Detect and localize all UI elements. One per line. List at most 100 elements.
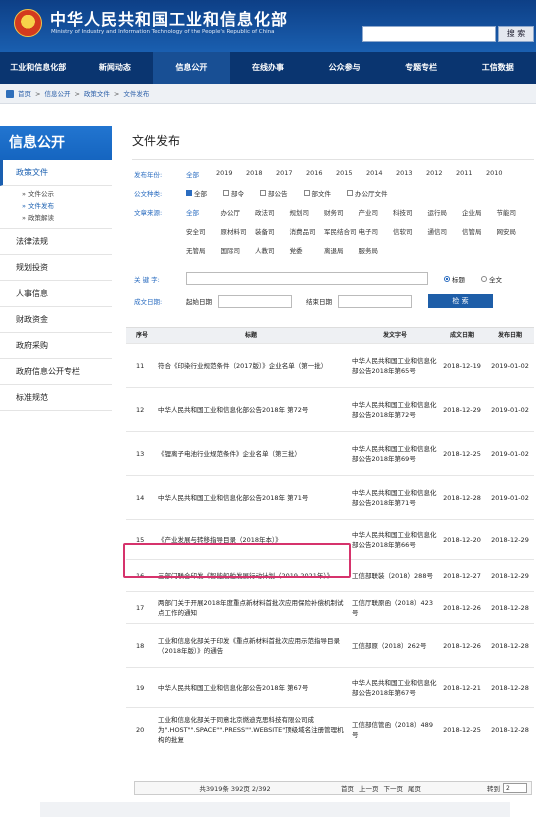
row-title-link[interactable]: 中华人民共和国工业和信息化部公告2018年 第67号 [154, 683, 352, 693]
type-checkbox-order[interactable]: 部令 [223, 188, 244, 198]
row-title-link[interactable]: 两部门关于开展2018年度重点新材料首批次应用保险补偿机制试点工作的通知 [154, 598, 352, 618]
sidebar-item-personnel[interactable]: 人事信息 [0, 281, 112, 307]
pager-last[interactable]: 尾页 [408, 783, 421, 793]
row-date: 2018-12-21 [443, 683, 481, 692]
pager-goto-select[interactable]: 2 [503, 783, 527, 793]
nav-item-topics[interactable]: 专题专栏 [383, 52, 460, 84]
source-option[interactable]: 党委 [290, 245, 325, 255]
checkbox-icon [186, 190, 192, 196]
source-option[interactable]: 离退局 [324, 245, 359, 255]
row-title-link[interactable]: 《锂离子电池行业规范条件》企业名单（第三批） [154, 449, 352, 459]
nav-item-home[interactable]: 工业和信息化部 [0, 52, 77, 84]
source-option[interactable]: 全部 [186, 207, 221, 217]
radio-title[interactable]: 标题 [444, 274, 465, 284]
type-checkbox-all[interactable]: 全部 [186, 188, 207, 198]
source-option[interactable]: 无管局 [186, 245, 221, 255]
table-row[interactable]: 11 符合《印染行业规范条件（2017版）》企业名单（第一批） 中华人民共和国工业和… [126, 343, 534, 387]
source-option[interactable]: 信软司 [393, 226, 428, 236]
sidebar-item-policy[interactable]: 政策文件 [0, 160, 112, 186]
site-header: 中华人民共和国工业和信息化部 Ministry of Industry and … [0, 0, 536, 52]
table-row[interactable]: 13 《锂离子电池行业规范条件》企业名单（第三批） 中华人民共和国工业和信息化部公告… [126, 431, 534, 475]
row-title-link[interactable]: 工业和信息化部关于同意北京燃迪克思科技有限公司成为".HOST"".SPACE"… [154, 715, 352, 745]
year-option[interactable]: 2017 [276, 169, 306, 179]
source-option[interactable]: 人教司 [255, 245, 290, 255]
nav-item-online[interactable]: 在线办事 [230, 52, 307, 84]
year-option[interactable]: 2011 [456, 169, 486, 179]
pager-next[interactable]: 下一页 [384, 783, 404, 793]
year-option[interactable]: 2018 [246, 169, 276, 179]
source-option[interactable]: 装备司 [255, 226, 290, 236]
sidebar-item-finance[interactable]: 财政资金 [0, 307, 112, 333]
year-option[interactable]: 2016 [306, 169, 336, 179]
pager-prev[interactable]: 上一页 [359, 783, 379, 793]
source-option[interactable]: 政法司 [255, 207, 290, 217]
end-date-input[interactable] [338, 294, 412, 308]
year-option[interactable]: 2015 [336, 169, 366, 179]
sidebar-item-standards[interactable]: 标准规范 [0, 385, 112, 411]
source-option[interactable]: 运行局 [428, 207, 463, 217]
nav-item-data[interactable]: 工信数据 [459, 52, 536, 84]
breadcrumb-release[interactable]: 文件发布 [123, 84, 149, 104]
source-option[interactable]: 安全司 [186, 226, 221, 236]
pager-first[interactable]: 首页 [341, 783, 354, 793]
source-option[interactable]: 企业局 [462, 207, 497, 217]
source-option[interactable]: 产业司 [359, 207, 394, 217]
sidebar-sub-interpret[interactable]: » 政策解读 [0, 212, 112, 224]
source-option[interactable]: 规划司 [290, 207, 325, 217]
nav-item-info[interactable]: 信息公开 [153, 52, 230, 84]
row-title-link[interactable]: 中华人民共和国工业和信息化部公告2018年 第72号 [154, 405, 352, 415]
type-checkbox-office[interactable]: 办公厅文件 [347, 188, 388, 198]
type-checkbox-file[interactable]: 部文件 [303, 188, 331, 198]
source-option[interactable]: 国际司 [221, 245, 256, 255]
start-date-input[interactable] [218, 294, 292, 308]
site-search-input[interactable] [362, 26, 496, 42]
sidebar-item-procurement[interactable]: 政府采购 [0, 333, 112, 359]
row-title-link[interactable]: 符合《印染行业规范条件（2017版）》企业名单（第一批） [154, 361, 352, 371]
row-title-link[interactable]: 中华人民共和国工业和信息化部公告2018年 第71号 [154, 493, 352, 503]
keyword-input[interactable] [186, 272, 428, 285]
table-row[interactable]: 18 工业和信息化部关于印发《重点新材料首批次应用示范指导目录（2018年版）》的… [126, 623, 534, 667]
source-option[interactable]: 服务局 [359, 245, 394, 255]
nav-item-public[interactable]: 公众参与 [306, 52, 383, 84]
source-option[interactable]: 电子司 [359, 226, 394, 236]
year-option[interactable]: 2010 [486, 169, 516, 179]
source-option[interactable]: 消费品司 [290, 226, 325, 236]
search-submit-button[interactable]: 检 索 [428, 294, 493, 308]
year-option[interactable]: 2019 [216, 169, 246, 179]
sidebar-item-disclosure[interactable]: 政府信息公开专栏 [0, 359, 112, 385]
row-pubdate: 2019-01-02 [491, 361, 529, 370]
source-label: 文章来源: [134, 209, 163, 217]
radio-fulltext[interactable]: 全文 [481, 274, 502, 284]
source-option[interactable]: 科技司 [393, 207, 428, 217]
row-title-link[interactable]: 工业和信息化部关于印发《重点新材料首批次应用示范指导目录（2018年版）》的通告 [154, 636, 352, 656]
site-search-button[interactable]: 搜 索 [498, 26, 534, 42]
source-option[interactable]: 网安局 [497, 226, 532, 236]
end-date-label: 结束日期 [306, 298, 332, 306]
nav-item-news[interactable]: 新闻动态 [77, 52, 154, 84]
year-option[interactable]: 2012 [426, 169, 456, 179]
source-option[interactable]: 节能司 [497, 207, 532, 217]
year-option[interactable]: 2013 [396, 169, 426, 179]
sidebar-item-law[interactable]: 法律法规 [0, 229, 112, 255]
breadcrumb-home[interactable]: 首页 [18, 84, 31, 104]
sidebar-sub-notice[interactable]: » 文件公示 [0, 188, 112, 200]
source-option[interactable]: 原材料司 [221, 226, 256, 236]
type-checkbox-notice[interactable]: 部公告 [260, 188, 288, 198]
table-row[interactable]: 12 中华人民共和国工业和信息化部公告2018年 第72号 中华人民共和国工业和信息… [126, 387, 534, 431]
sidebar-item-plan[interactable]: 规划投资 [0, 255, 112, 281]
source-option[interactable]: 通信司 [428, 226, 463, 236]
sidebar-sub-release[interactable]: » 文件发布 [0, 200, 112, 212]
year-option[interactable]: 2014 [366, 169, 396, 179]
table-row[interactable]: 14 中华人民共和国工业和信息化部公告2018年 第71号 中华人民共和国工业和信息… [126, 475, 534, 519]
breadcrumb-policy[interactable]: 政策文件 [84, 84, 110, 104]
breadcrumb-info[interactable]: 信息公开 [44, 84, 70, 104]
source-option[interactable]: 财务司 [324, 207, 359, 217]
year-option[interactable]: 全部 [186, 169, 216, 179]
table-row[interactable]: 17 两部门关于开展2018年度重点新材料首批次应用保险补偿机制试点工作的通知 工信… [126, 591, 534, 623]
source-option[interactable]: 信管局 [462, 226, 497, 236]
source-option[interactable]: 军民结合司 [324, 226, 359, 236]
source-option[interactable]: 办公厅 [221, 207, 256, 217]
type-label: 公文种类: [134, 190, 163, 198]
table-row[interactable]: 20 工业和信息化部关于同意北京燃迪克思科技有限公司成为".HOST"".SPAC… [126, 707, 534, 751]
table-row[interactable]: 19 中华人民共和国工业和信息化部公告2018年 第67号 中华人民共和国工业和信息… [126, 667, 534, 707]
